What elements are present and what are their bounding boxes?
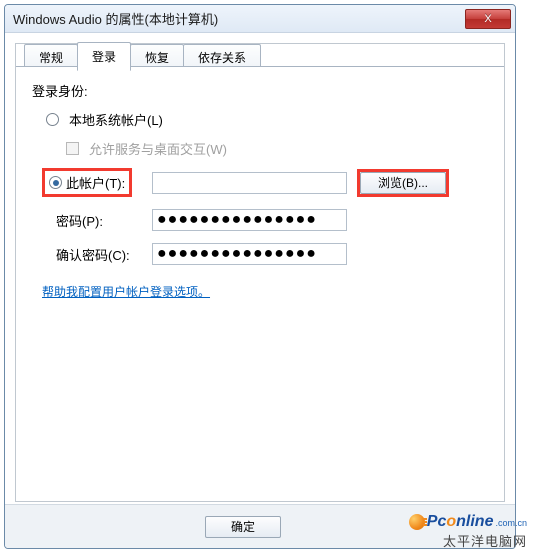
watermark-cn: 太平洋电脑网 [409,531,527,550]
logon-panel: 登录身份: 本地系统帐户(L) 允许服务与桌面交互(W) 此帐户(T): 浏览( [16,66,504,501]
this-account-label: 此帐户(T): [66,173,125,192]
close-button[interactable]: X [465,9,511,29]
confirm-password-label: 确认密码(C): [56,245,152,264]
titlebar[interactable]: Windows Audio 的属性(本地计算机) X [5,5,515,33]
checkbox-allow-interact [66,142,79,155]
help-link[interactable]: 帮助我配置用户帐户登录选项。 [42,285,210,299]
password-input[interactable]: ●●●●●●●●●●●●●●● [152,209,347,231]
allow-interact-label: 允许服务与桌面交互(W) [89,139,227,158]
account-input[interactable] [152,172,347,194]
radio-this-account[interactable] [49,176,62,189]
window-title: Windows Audio 的属性(本地计算机) [13,9,465,28]
watermark-logo-icon [409,514,425,530]
browse-button[interactable]: 浏览(B)... [360,172,446,194]
logon-heading: 登录身份: [32,81,88,100]
tab-logon[interactable]: 登录 [77,42,131,71]
ok-button[interactable]: 确定 [205,516,281,538]
watermark-brand: Pconline.com.cn [409,513,527,531]
watermark: Pconline.com.cn 太平洋电脑网 [409,513,527,550]
password-label: 密码(P): [56,211,152,230]
account-form: 此帐户(T): 浏览(B)... 密码(P): ●●●●●●●●●●●●●●● … [42,168,488,265]
confirm-password-input[interactable]: ●●●●●●●●●●●●●●● [152,243,347,265]
dialog-body: 常规 登录 恢复 依存关系 登录身份: 本地系统帐户(L) 允许服务与桌面交互(… [15,43,505,502]
dialog-window: Windows Audio 的属性(本地计算机) X 常规 登录 恢复 依存关系… [4,4,516,549]
radio-local-system[interactable] [46,113,59,126]
this-account-group: 此帐户(T): [42,168,132,197]
local-system-label: 本地系统帐户(L) [69,110,163,129]
close-icon: X [484,13,491,25]
